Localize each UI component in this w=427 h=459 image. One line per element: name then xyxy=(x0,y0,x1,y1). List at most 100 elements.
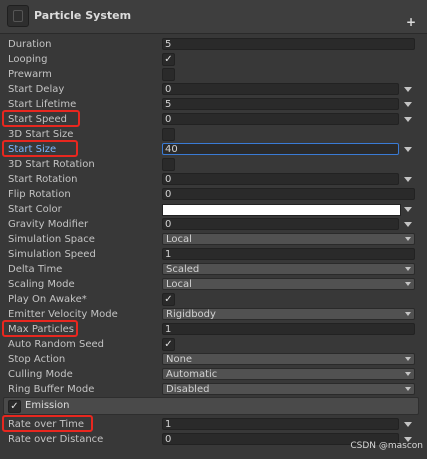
delta-time-dropdown[interactable]: Scaled xyxy=(162,263,415,275)
rate-over-time-field[interactable]: 1 xyxy=(162,418,399,430)
ring-buffer-mode-value: Disabled xyxy=(166,384,210,395)
emitter-velocity-mode-value: Rigidbody xyxy=(166,309,216,320)
start-rotation-label: Start Rotation xyxy=(8,174,78,185)
row-start-speed: Start Speed 0 xyxy=(0,112,427,127)
simulation-speed-field[interactable]: 1 xyxy=(162,248,415,260)
gravity-modifier-field[interactable]: 0 xyxy=(162,218,399,230)
row-max-particles: Max Particles 1 xyxy=(0,322,427,337)
component-title: Particle System xyxy=(34,9,132,22)
row-start-color: Start Color xyxy=(0,202,427,217)
row-stop-action: Stop Action None xyxy=(0,352,427,367)
chevron-down-icon xyxy=(405,372,411,376)
row-start-rotation: Start Rotation 0 xyxy=(0,172,427,187)
start-delay-label: Start Delay xyxy=(8,84,65,95)
play-on-awake-label: Play On Awake* xyxy=(8,294,87,305)
start-color-mode-dropdown-icon[interactable] xyxy=(404,207,412,212)
chevron-down-icon xyxy=(405,357,411,361)
culling-mode-value: Automatic xyxy=(166,369,218,380)
watermark: CSDN @mascon xyxy=(350,441,423,451)
row-emitter-velocity-mode: Emitter Velocity Mode Rigidbody xyxy=(0,307,427,322)
gravity-modifier-mode-dropdown-icon[interactable] xyxy=(404,222,412,227)
row-simulation-speed: Simulation Speed 1 xyxy=(0,247,427,262)
simulation-space-dropdown[interactable]: Local xyxy=(162,233,415,245)
row-prewarm: Prewarm xyxy=(0,67,427,82)
chevron-down-icon xyxy=(405,387,411,391)
emitter-velocity-mode-dropdown[interactable]: Rigidbody xyxy=(162,308,415,320)
ring-buffer-mode-dropdown[interactable]: Disabled xyxy=(162,383,415,395)
culling-mode-dropdown[interactable]: Automatic xyxy=(162,368,415,380)
start-lifetime-mode-dropdown-icon[interactable] xyxy=(404,102,412,107)
start-lifetime-label: Start Lifetime xyxy=(8,99,77,110)
start-speed-label: Start Speed xyxy=(8,114,67,125)
row-flip-rotation: Flip Rotation 0 xyxy=(0,187,427,202)
row-play-on-awake: Play On Awake* ✓ xyxy=(0,292,427,307)
stop-action-value: None xyxy=(166,354,193,365)
add-icon[interactable]: + xyxy=(406,16,416,28)
row-duration: Duration 5 xyxy=(0,37,427,52)
start-rotation-3d-label: 3D Start Rotation xyxy=(8,159,95,170)
start-delay-mode-dropdown-icon[interactable] xyxy=(404,87,412,92)
prewarm-label: Prewarm xyxy=(8,69,52,80)
row-scaling-mode: Scaling Mode Local xyxy=(0,277,427,292)
duration-label: Duration xyxy=(8,39,52,50)
row-simulation-space: Simulation Space Local xyxy=(0,232,427,247)
simulation-speed-label: Simulation Speed xyxy=(8,249,96,260)
emission-label: Emission xyxy=(25,400,70,411)
chevron-down-icon xyxy=(405,282,411,286)
culling-mode-label: Culling Mode xyxy=(8,369,73,380)
auto-random-seed-checkbox[interactable]: ✓ xyxy=(162,338,175,351)
start-size-field[interactable]: 40 xyxy=(162,143,399,155)
prewarm-checkbox[interactable] xyxy=(162,68,175,81)
chevron-down-icon xyxy=(405,237,411,241)
looping-checkbox[interactable]: ✓ xyxy=(162,53,175,66)
flip-rotation-label: Flip Rotation xyxy=(8,189,71,200)
simulation-space-value: Local xyxy=(166,234,192,245)
emission-checkbox[interactable]: ✓ xyxy=(8,400,21,413)
start-lifetime-field[interactable]: 5 xyxy=(162,98,399,110)
looping-label: Looping xyxy=(8,54,48,65)
start-size-mode-dropdown-icon[interactable] xyxy=(404,147,412,152)
rate-over-time-mode-dropdown-icon[interactable] xyxy=(404,422,412,427)
start-size-label: Start Size xyxy=(8,144,57,155)
max-particles-label: Max Particles xyxy=(8,324,75,335)
ring-buffer-mode-label: Ring Buffer Mode xyxy=(8,384,95,395)
duration-field[interactable]: 5 xyxy=(162,38,415,50)
start-rotation-3d-checkbox[interactable] xyxy=(162,158,175,171)
row-looping: Looping ✓ xyxy=(0,52,427,67)
chevron-down-icon xyxy=(405,267,411,271)
start-rotation-mode-dropdown-icon[interactable] xyxy=(404,177,412,182)
row-start-size: Start Size 40 xyxy=(0,142,427,157)
flip-rotation-field[interactable]: 0 xyxy=(162,188,415,200)
emitter-velocity-mode-label: Emitter Velocity Mode xyxy=(8,309,118,320)
delta-time-value: Scaled xyxy=(166,264,200,275)
row-3d-start-rotation: 3D Start Rotation xyxy=(0,157,427,172)
rate-over-distance-label: Rate over Distance xyxy=(8,434,104,445)
row-culling-mode: Culling Mode Automatic xyxy=(0,367,427,382)
delta-time-label: Delta Time xyxy=(8,264,63,275)
row-delta-time: Delta Time Scaled xyxy=(0,262,427,277)
particle-system-icon xyxy=(7,5,29,27)
scaling-mode-dropdown[interactable]: Local xyxy=(162,278,415,290)
row-rate-over-time: Rate over Time 1 xyxy=(0,417,427,432)
stop-action-dropdown[interactable]: None xyxy=(162,353,415,365)
start-rotation-field[interactable]: 0 xyxy=(162,173,399,185)
start-size-3d-label: 3D Start Size xyxy=(8,129,74,140)
start-size-3d-checkbox[interactable] xyxy=(162,128,175,141)
row-start-delay: Start Delay 0 xyxy=(0,82,427,97)
emission-module-header[interactable]: ✓ Emission xyxy=(3,397,419,415)
max-particles-field[interactable]: 1 xyxy=(162,323,415,335)
play-on-awake-checkbox[interactable]: ✓ xyxy=(162,293,175,306)
start-speed-mode-dropdown-icon[interactable] xyxy=(404,117,412,122)
row-3d-start-size: 3D Start Size xyxy=(0,127,427,142)
start-delay-field[interactable]: 0 xyxy=(162,83,399,95)
row-ring-buffer-mode: Ring Buffer Mode Disabled xyxy=(0,382,427,397)
stop-action-label: Stop Action xyxy=(8,354,66,365)
row-start-lifetime: Start Lifetime 5 xyxy=(0,97,427,112)
simulation-space-label: Simulation Space xyxy=(8,234,95,245)
row-gravity-modifier: Gravity Modifier 0 xyxy=(0,217,427,232)
scaling-mode-value: Local xyxy=(166,279,192,290)
rate-over-time-label: Rate over Time xyxy=(8,419,85,430)
start-color-swatch[interactable] xyxy=(162,204,401,216)
auto-random-seed-label: Auto Random Seed xyxy=(8,339,104,350)
start-speed-field[interactable]: 0 xyxy=(162,113,399,125)
